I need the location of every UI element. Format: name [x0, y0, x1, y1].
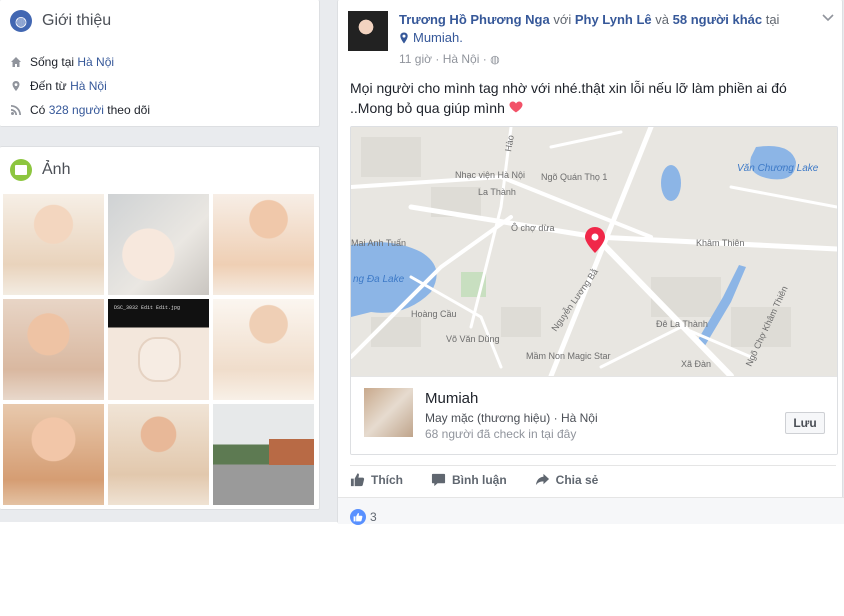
photo-thumbnail[interactable]	[108, 404, 209, 505]
map-attachment[interactable]: Văn Chương Lake Nhạc viện Hà Nội Ngõ Quá…	[350, 126, 838, 455]
meta-separator: ·	[482, 52, 487, 66]
location-link[interactable]: Mumiah.	[413, 29, 463, 47]
photo-thumbnail[interactable]	[108, 194, 209, 295]
photos-card: Ảnh DSC_3032 Edit Edit.jpg	[0, 146, 320, 510]
with-text: với	[549, 12, 575, 27]
map-label: Mai Anh Tuấn	[351, 238, 406, 248]
followers-suffix: theo dõi	[103, 103, 151, 117]
location-pin-icon	[400, 32, 408, 44]
map-label: Nhạc viện Hà Nội	[455, 170, 525, 180]
from-prefix: Đến từ	[30, 79, 71, 93]
map-label: Võ Văn Dũng	[446, 334, 500, 344]
map-label: La Thành	[478, 187, 516, 197]
map-label: Ô chợ dừa	[511, 223, 554, 233]
comment-label: Bình luận	[452, 472, 507, 487]
meta-separator: ·	[435, 52, 440, 66]
privacy-globe-icon[interactable]: ◍	[490, 54, 500, 66]
and-text: và	[651, 12, 673, 27]
photo-icon	[10, 159, 32, 181]
map-label: Văn Chương Lake	[737, 163, 819, 174]
map-label: ng Đa Lake	[353, 274, 405, 285]
from-city-link[interactable]: Hà Nội	[70, 79, 107, 93]
like-reaction-icon[interactable]	[350, 509, 366, 525]
photo-thumbnail[interactable]	[3, 194, 104, 295]
from-row: Đến từ Hà Nội	[10, 79, 107, 93]
rss-icon	[10, 104, 22, 116]
share-button[interactable]: Chia sẻ	[535, 472, 599, 487]
location-pin-icon	[10, 80, 22, 92]
post-meta: 11 giờ · Hà Nội · ◍	[399, 52, 500, 66]
place-info: Mumiah May mặc (thương hiệu) · Hà Nội 68…	[351, 376, 837, 454]
place-name[interactable]: Mumiah	[425, 390, 478, 407]
lives-in-row: Sống tại Hà Nội	[10, 55, 114, 69]
followers-prefix: Có	[30, 103, 49, 117]
post-card: Trương Hồ Phương Nga với Phy Lynh Lê và …	[337, 0, 844, 525]
place-thumbnail[interactable]	[364, 388, 413, 437]
avatar[interactable]	[348, 11, 388, 51]
photo-caption: DSC_3032 Edit Edit.jpg	[114, 305, 181, 311]
photo-thumbnail[interactable]	[213, 194, 314, 295]
followers-link[interactable]: 328 người	[49, 103, 104, 117]
comment-button[interactable]: Bình luận	[431, 472, 507, 487]
map-label: Hoàng Cầu	[411, 309, 457, 319]
heart-icon	[509, 98, 523, 118]
map-label: Khâm Thiên	[696, 238, 744, 248]
photo-thumbnail[interactable]: DSC_3032 Edit Edit.jpg	[108, 299, 209, 400]
photo-thumbnail[interactable]	[213, 299, 314, 400]
post-body: Mọi người cho mình tag nhờ với nhé.thật …	[350, 80, 787, 116]
lives-city-link[interactable]: Hà Nội	[77, 55, 114, 69]
photo-thumbnail[interactable]	[3, 299, 104, 400]
photo-thumbnail[interactable]	[213, 404, 314, 505]
thumbs-up-icon	[350, 473, 365, 487]
reactions-bar: 3	[338, 497, 844, 525]
post-location: Mumiah.	[399, 29, 819, 47]
photo-thumbnail[interactable]	[3, 404, 104, 505]
lake	[661, 165, 681, 201]
intro-title: Giới thiệu	[42, 12, 112, 29]
intro-header: ◍ Giới thiệu	[10, 10, 111, 32]
post-city[interactable]: Hà Nội	[443, 52, 480, 66]
share-icon	[535, 473, 549, 486]
photo-grid: DSC_3032 Edit Edit.jpg	[3, 194, 314, 505]
place-checkins: 68 người đã check in tại đây	[425, 427, 577, 441]
post-time[interactable]: 11 giờ	[399, 52, 432, 66]
share-label: Chia sẻ	[555, 472, 599, 487]
tagged-friend-link[interactable]: Phy Lynh Lê	[575, 12, 652, 27]
map-label: Xã Đàn	[681, 359, 711, 369]
divider	[350, 465, 836, 466]
home-icon	[10, 56, 22, 68]
post-actions: Thích Bình luận Chia sẻ	[350, 472, 626, 487]
like-label: Thích	[371, 472, 403, 487]
lives-prefix: Sống tại	[30, 55, 78, 69]
others-link[interactable]: 58 người khác	[673, 12, 762, 27]
map-label: Mầm Non Magic Star	[526, 351, 611, 361]
map-label: Đê La Thành	[656, 319, 708, 329]
globe-icon: ◍	[10, 10, 32, 32]
map-label: Ngõ Quán Thọ 1	[541, 172, 607, 182]
post-header: Trương Hồ Phương Nga với Phy Lynh Lê và …	[399, 11, 819, 47]
intro-card: ◍ Giới thiệu Sống tại Hà Nội Đến từ Hà N…	[0, 0, 320, 127]
comment-icon	[431, 473, 446, 487]
post-text: Mọi người cho mình tag nhờ với nhé.thật …	[350, 78, 830, 118]
save-button[interactable]: Lưu	[785, 412, 825, 434]
photos-header: Ảnh	[10, 159, 70, 181]
at-text: tại	[762, 12, 780, 27]
author-link[interactable]: Trương Hồ Phương Nga	[399, 12, 550, 27]
followers-row: Có 328 người theo dõi	[10, 103, 150, 117]
reaction-count[interactable]: 3	[370, 510, 377, 524]
chevron-down-icon[interactable]	[822, 11, 834, 25]
place-category: May mặc (thương hiệu) · Hà Nội	[425, 411, 598, 425]
photos-title[interactable]: Ảnh	[42, 161, 70, 179]
map[interactable]: Văn Chương Lake Nhạc viện Hà Nội Ngõ Quá…	[351, 127, 837, 376]
like-button[interactable]: Thích	[350, 472, 403, 487]
